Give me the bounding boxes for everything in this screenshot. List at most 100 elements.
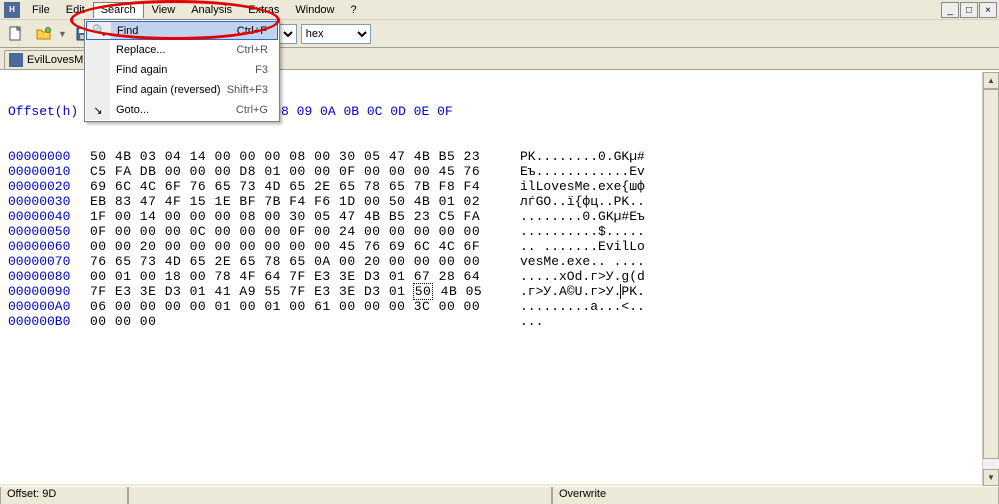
hex-bytes[interactable]: C5 FA DB 00 00 00 D8 01 00 00 0F 00 00 0…: [90, 164, 500, 179]
hex-ascii[interactable]: .........a...<..: [520, 299, 645, 314]
file-icon: [9, 53, 23, 67]
hex-bytes[interactable]: 00 01 00 18 00 78 4F 64 7F E3 3E D3 01 6…: [90, 269, 500, 284]
scroll-down-button[interactable]: ▼: [983, 469, 999, 486]
menu-item-replace-[interactable]: Replace...Ctrl+R: [86, 40, 278, 60]
hex-ascii[interactable]: .. .......EvilLo: [520, 239, 645, 254]
hex-ascii[interactable]: .....xOd.г>У.g(d: [520, 269, 645, 284]
menu-item-label: Replace...: [110, 44, 237, 56]
menu-file[interactable]: File: [24, 2, 58, 18]
hex-ascii[interactable]: лѓGO..ї{фц..PK..: [520, 194, 645, 209]
hex-row[interactable]: 000000907F E3 3E D3 01 41 A9 55 7F E3 3E…: [8, 284, 991, 299]
hex-offset: 00000090: [8, 284, 90, 299]
new-file-button[interactable]: [4, 23, 28, 45]
hex-ascii[interactable]: PK........0.GKµ#: [520, 149, 645, 164]
menu-edit[interactable]: Edit: [58, 2, 93, 18]
hex-row[interactable]: 000000B000 00 00...: [8, 314, 991, 329]
menu-item-find-again-reversed-[interactable]: Find again (reversed)Shift+F3: [86, 80, 278, 100]
hex-row[interactable]: 000000A006 00 00 00 00 01 00 01 00 61 00…: [8, 299, 991, 314]
menu-item-goto-[interactable]: ↘Goto...Ctrl+G: [86, 100, 278, 120]
status-middle: [128, 487, 552, 504]
minimize-button[interactable]: _: [941, 2, 959, 18]
open-file-button[interactable]: [32, 23, 56, 45]
menu-item-icon: [86, 40, 110, 60]
tab-title: EvilLovesM: [27, 54, 83, 66]
hex-row[interactable]: 000000401F 00 14 00 00 00 08 00 30 05 47…: [8, 209, 991, 224]
hex-bytes[interactable]: 69 6C 4C 6F 76 65 73 4D 65 2E 65 78 65 7…: [90, 179, 500, 194]
status-offset: Offset: 9D: [0, 487, 128, 504]
menu-help[interactable]: ?: [343, 2, 365, 18]
menu-extras[interactable]: Extras: [240, 2, 287, 18]
menu-item-shortcut: F3: [255, 64, 278, 76]
hex-row[interactable]: 0000008000 01 00 18 00 78 4F 64 7F E3 3E…: [8, 269, 991, 284]
hex-offset: 00000070: [8, 254, 90, 269]
hex-bytes[interactable]: EB 83 47 4F 15 1E BF 7B F4 F6 1D 00 50 4…: [90, 194, 500, 209]
menubar: H File Edit Search View Analysis Extras …: [0, 0, 999, 20]
menu-view[interactable]: View: [144, 2, 184, 18]
menu-analysis[interactable]: Analysis: [183, 2, 240, 18]
new-file-icon: [8, 26, 24, 42]
window-controls: _ □ ×: [941, 2, 997, 18]
hex-offset: 00000080: [8, 269, 90, 284]
hex-offset: 00000010: [8, 164, 90, 179]
close-button[interactable]: ×: [979, 2, 997, 18]
hex-ascii[interactable]: vesMe.exe.. ....: [520, 254, 645, 269]
hex-ascii[interactable]: ........0.GKµ#Еъ: [520, 209, 645, 224]
app-icon: H: [4, 2, 20, 18]
menu-item-find-again[interactable]: Find againF3: [86, 60, 278, 80]
hex-bytes[interactable]: 00 00 00: [90, 314, 500, 329]
chevron-up-icon: ▲: [987, 76, 995, 85]
status-mode: Overwrite: [552, 487, 999, 504]
hex-row[interactable]: 00000030EB 83 47 4F 15 1E BF 7B F4 F6 1D…: [8, 194, 991, 209]
hex-ascii[interactable]: Еъ............Ev: [520, 164, 645, 179]
hex-bytes[interactable]: 50 4B 03 04 14 00 00 00 08 00 30 05 47 4…: [90, 149, 500, 164]
menu-item-shortcut: Ctrl+R: [237, 44, 278, 56]
hex-offset: 000000B0: [8, 314, 90, 329]
menu-item-shortcut: Ctrl+G: [236, 104, 278, 116]
menu-item-find[interactable]: 🔍FindCtrl+F: [86, 21, 278, 40]
hex-bytes[interactable]: 1F 00 14 00 00 00 08 00 30 05 47 4B B5 2…: [90, 209, 500, 224]
scroll-thumb[interactable]: [983, 89, 999, 459]
menu-item-icon: [86, 80, 110, 100]
menu-search[interactable]: Search: [93, 2, 144, 18]
chevron-down-icon: ▼: [987, 473, 995, 482]
hex-row[interactable]: 0000002069 6C 4C 6F 76 65 73 4D 65 2E 65…: [8, 179, 991, 194]
file-tab[interactable]: EvilLovesM: [4, 50, 94, 69]
hex-bytes[interactable]: 76 65 73 4D 65 2E 65 78 65 0A 00 20 00 0…: [90, 254, 500, 269]
hex-offset: 00000050: [8, 224, 90, 239]
hex-ascii[interactable]: .г>У.A©U.г>У.PK.: [520, 284, 645, 299]
hex-offset: 00000030: [8, 194, 90, 209]
menu-item-label: Find again (reversed): [110, 84, 227, 96]
hex-row[interactable]: 000000500F 00 00 00 0C 00 00 00 0F 00 24…: [8, 224, 991, 239]
hex-ascii[interactable]: ilLovesMe.exe{шф: [520, 179, 645, 194]
hex-offset: 00000040: [8, 209, 90, 224]
hex-row[interactable]: 0000000050 4B 03 04 14 00 00 00 08 00 30…: [8, 149, 991, 164]
menu-item-icon: ↘: [86, 100, 110, 120]
scroll-up-button[interactable]: ▲: [983, 72, 999, 89]
hex-bytes[interactable]: 7F E3 3E D3 01 41 A9 55 7F E3 3E D3 01 5…: [90, 284, 500, 299]
menu-item-label: Find: [111, 25, 237, 37]
menu-item-label: Find again: [110, 64, 255, 76]
menu-window[interactable]: Window: [287, 2, 342, 18]
statusbar: Offset: 9D Overwrite: [0, 486, 999, 504]
dropdown-arrow-icon[interactable]: ▼: [58, 29, 67, 39]
vertical-scrollbar[interactable]: ▲ ▼: [982, 72, 999, 486]
hex-row[interactable]: 00000010C5 FA DB 00 00 00 D8 01 00 00 0F…: [8, 164, 991, 179]
menu-item-label: Goto...: [110, 104, 236, 116]
menu-item-icon: 🔍: [87, 22, 111, 39]
hex-ascii[interactable]: ..........$.....: [520, 224, 645, 239]
hex-row[interactable]: 0000006000 00 20 00 00 00 00 00 00 00 45…: [8, 239, 991, 254]
hex-bytes[interactable]: 0F 00 00 00 0C 00 00 00 0F 00 24 00 00 0…: [90, 224, 500, 239]
maximize-button[interactable]: □: [960, 2, 978, 18]
hex-editor[interactable]: Offset(h) 00 01 02 03 04 05 06 07 08 09 …: [0, 70, 999, 484]
hex-offset: 00000020: [8, 179, 90, 194]
menu-item-shortcut: Ctrl+F: [237, 25, 277, 37]
hex-bytes[interactable]: 00 00 20 00 00 00 00 00 00 00 45 76 69 6…: [90, 239, 500, 254]
menu-item-shortcut: Shift+F3: [227, 84, 278, 96]
search-menu-dropdown: 🔍FindCtrl+FReplace...Ctrl+RFind againF3F…: [84, 19, 280, 122]
hex-row[interactable]: 0000007076 65 73 4D 65 2E 65 78 65 0A 00…: [8, 254, 991, 269]
hex-offset: 00000060: [8, 239, 90, 254]
display-mode-select[interactable]: hexdecoct: [301, 24, 371, 44]
hex-ascii[interactable]: ...: [520, 314, 543, 329]
menu-item-icon: [86, 60, 110, 80]
hex-bytes[interactable]: 06 00 00 00 00 01 00 01 00 61 00 00 00 3…: [90, 299, 500, 314]
